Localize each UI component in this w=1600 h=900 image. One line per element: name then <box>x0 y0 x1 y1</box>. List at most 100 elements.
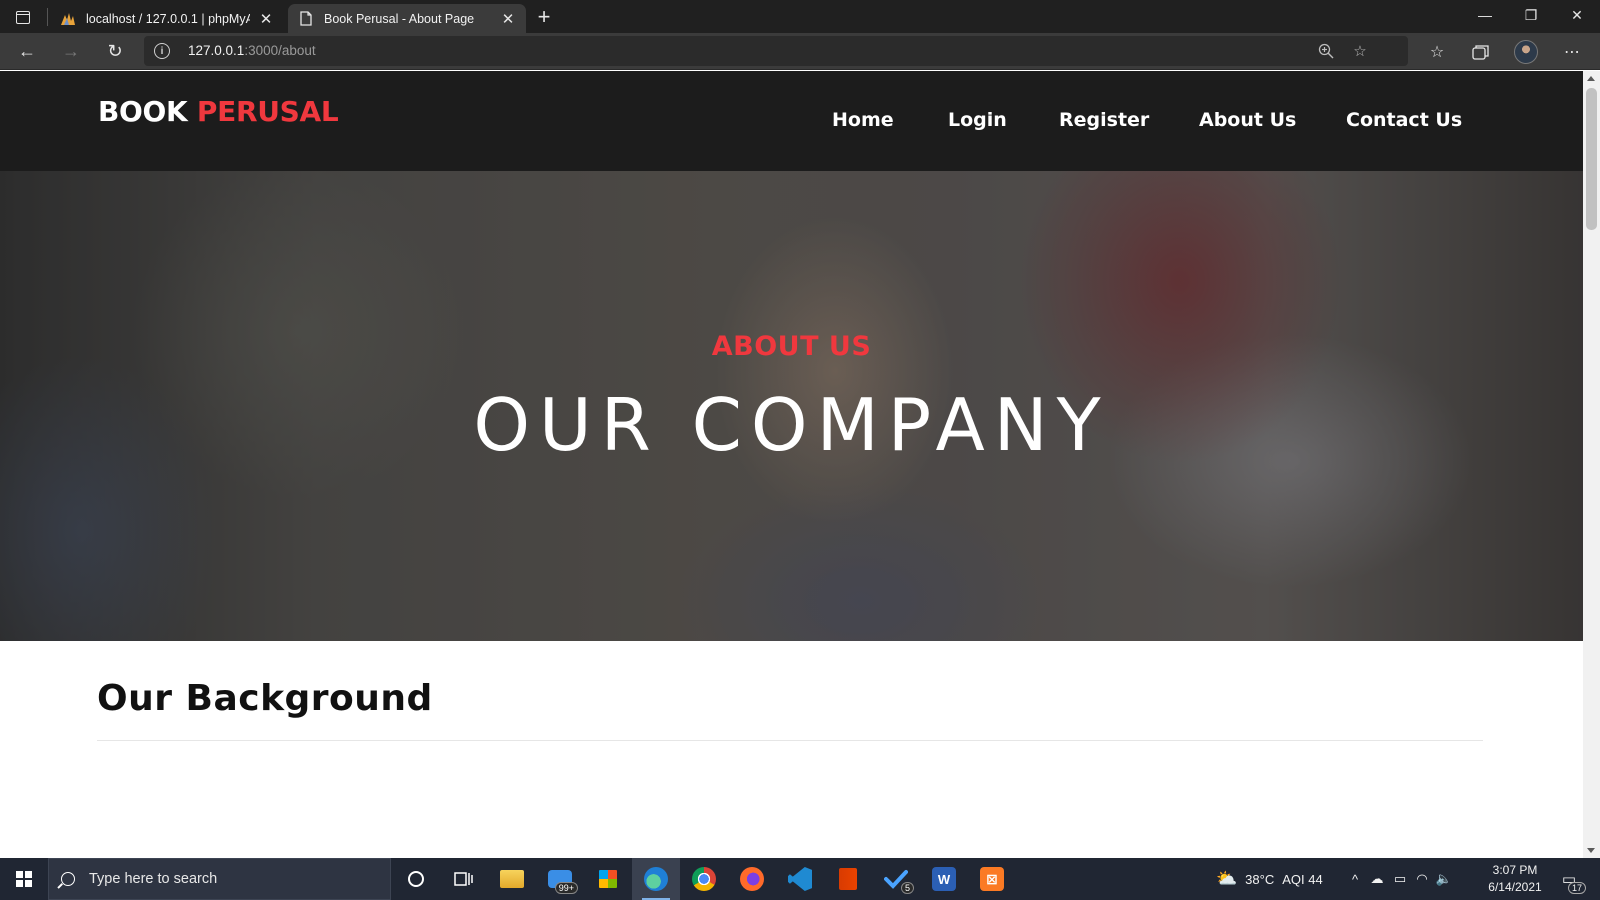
page-scrollbar[interactable] <box>1583 71 1600 858</box>
cortana-button[interactable] <box>392 858 440 900</box>
url-text[interactable]: 127.0.0.1:3000/about <box>188 43 316 58</box>
vscode-icon <box>788 867 812 891</box>
hero-title: OUR COMPANY <box>473 383 1110 467</box>
windows-taskbar: Type here to search 99+ 5 W ⊠ ⛅ 38°C AQI… <box>0 858 1600 900</box>
store-button[interactable] <box>584 858 632 900</box>
todo-badge: 5 <box>900 882 914 894</box>
battery-icon[interactable]: ▭ <box>1389 871 1411 887</box>
browser-tab-strip: localhost / 127.0.0.1 | phpMyAdmin ✕ Boo… <box>0 0 1600 33</box>
close-tab-icon[interactable]: ✕ <box>500 11 516 28</box>
page-icon <box>298 11 314 27</box>
close-tab-icon[interactable]: ✕ <box>258 11 274 28</box>
back-button[interactable]: ← <box>12 37 42 65</box>
start-button[interactable] <box>0 858 48 900</box>
info-icon[interactable]: i <box>154 43 170 59</box>
refresh-button[interactable]: ↻ <box>100 37 130 65</box>
firefox-button[interactable] <box>728 858 776 900</box>
onedrive-icon[interactable]: ☁ <box>1365 871 1389 887</box>
site-header: BOOK PERUSAL Home Login Register About U… <box>0 71 1583 171</box>
store-icon <box>599 870 617 888</box>
tab-title: Book Perusal - About Page <box>324 11 475 26</box>
todo-button[interactable]: 5 <box>872 858 920 900</box>
notification-count: 17 <box>1567 882 1586 894</box>
clock-time: 3:07 PM <box>1492 863 1538 877</box>
scrollbar-thumb[interactable] <box>1586 88 1597 230</box>
task-view-icon <box>454 872 473 886</box>
edge-icon <box>644 867 668 891</box>
url-path: :3000/about <box>244 43 316 58</box>
word-icon: W <box>932 867 956 891</box>
page-viewport: BOOK PERUSAL Home Login Register About U… <box>0 71 1583 858</box>
new-tab-button[interactable]: + <box>532 4 556 29</box>
close-icon: ✕ <box>1571 6 1583 23</box>
office-icon <box>839 868 857 890</box>
brand-second-word: PERUSAL <box>196 95 339 128</box>
close-window-button[interactable]: ✕ <box>1554 0 1600 30</box>
nav-register[interactable]: Register <box>1059 109 1149 131</box>
nav-contact-us[interactable]: Contact Us <box>1346 109 1462 131</box>
collections-icon[interactable] <box>1469 40 1493 64</box>
windows-logo-icon <box>16 871 32 887</box>
weather-temp: 38°C <box>1245 871 1275 887</box>
clock-date: 6/14/2021 <box>1488 880 1542 894</box>
more-menu-icon[interactable]: ⋯ <box>1560 40 1584 64</box>
mail-badge: 99+ <box>554 882 578 894</box>
file-explorer-button[interactable] <box>488 858 536 900</box>
word-button[interactable]: W <box>920 858 968 900</box>
tab-phpmyadmin[interactable]: localhost / 127.0.0.1 | phpMyAdmin ✕ <box>50 4 284 33</box>
scroll-down-icon[interactable] <box>1587 848 1595 853</box>
xampp-icon: ⊠ <box>980 867 1004 891</box>
weather-icon: ⛅ <box>1216 869 1238 888</box>
cortana-icon <box>408 871 424 887</box>
section-title: Our Background <box>97 678 433 719</box>
arrow-right-icon: → <box>62 40 80 61</box>
taskbar-clock[interactable]: 3:07 PM 6/14/2021 <box>1484 862 1546 896</box>
chrome-button[interactable] <box>680 858 728 900</box>
profile-avatar[interactable] <box>1514 40 1538 64</box>
phpmyadmin-icon <box>60 11 76 27</box>
tab-actions-button[interactable] <box>12 7 34 27</box>
brand-first-word: BOOK <box>98 95 188 128</box>
wifi-icon[interactable]: ◠ <box>1411 871 1433 887</box>
address-bar[interactable]: i 127.0.0.1:3000/about ☆ <box>144 36 1408 66</box>
firefox-icon <box>740 867 764 891</box>
notification-center-button[interactable]: ▭ 17 <box>1556 866 1586 894</box>
section-divider <box>97 740 1483 741</box>
hero-banner: ABOUT US OUR COMPANY <box>0 171 1583 641</box>
tab-about-page[interactable]: Book Perusal - About Page ✕ <box>288 4 526 33</box>
forward-button[interactable]: → <box>56 37 86 65</box>
nav-home[interactable]: Home <box>832 109 894 131</box>
refresh-icon: ↻ <box>107 40 123 61</box>
xampp-button[interactable]: ⊠ <box>968 858 1016 900</box>
minimize-icon: — <box>1478 7 1492 23</box>
taskbar-search[interactable]: Type here to search <box>48 858 391 900</box>
weather-widget[interactable]: ⛅ 38°C AQI 44 <box>1216 858 1323 900</box>
hero-subtitle: ABOUT US <box>711 331 872 362</box>
search-placeholder: Type here to search <box>89 871 218 887</box>
restore-button[interactable]: ❐ <box>1508 0 1554 30</box>
vscode-button[interactable] <box>776 858 824 900</box>
zoom-icon[interactable] <box>1317 42 1335 60</box>
add-favorite-icon[interactable]: ☆ <box>1351 42 1369 60</box>
scroll-up-icon[interactable] <box>1587 76 1595 81</box>
arrow-left-icon: ← <box>18 40 36 61</box>
volume-icon[interactable]: 🔈 <box>1433 871 1455 887</box>
plus-icon: + <box>537 4 551 29</box>
office-button[interactable] <box>824 858 872 900</box>
url-host: 127.0.0.1 <box>188 43 245 58</box>
tab-actions-icon <box>16 10 30 24</box>
nav-about-us[interactable]: About Us <box>1199 109 1296 131</box>
site-logo[interactable]: BOOK PERUSAL <box>98 95 339 128</box>
edge-button[interactable] <box>632 858 680 900</box>
file-explorer-icon <box>500 870 524 888</box>
browser-toolbar: ← → ↻ i 127.0.0.1:3000/about ☆ ☆ ⋯ <box>0 33 1600 70</box>
search-icon <box>61 872 75 886</box>
nav-login[interactable]: Login <box>948 109 1007 131</box>
minimize-button[interactable]: — <box>1462 0 1508 30</box>
chrome-icon <box>692 867 716 891</box>
mail-button[interactable]: 99+ <box>536 858 584 900</box>
chevron-up-icon[interactable]: ^ <box>1345 872 1365 887</box>
tab-title: localhost / 127.0.0.1 | phpMyAdmin <box>86 11 250 26</box>
favorites-icon[interactable]: ☆ <box>1425 40 1449 64</box>
task-view-button[interactable] <box>440 858 488 900</box>
